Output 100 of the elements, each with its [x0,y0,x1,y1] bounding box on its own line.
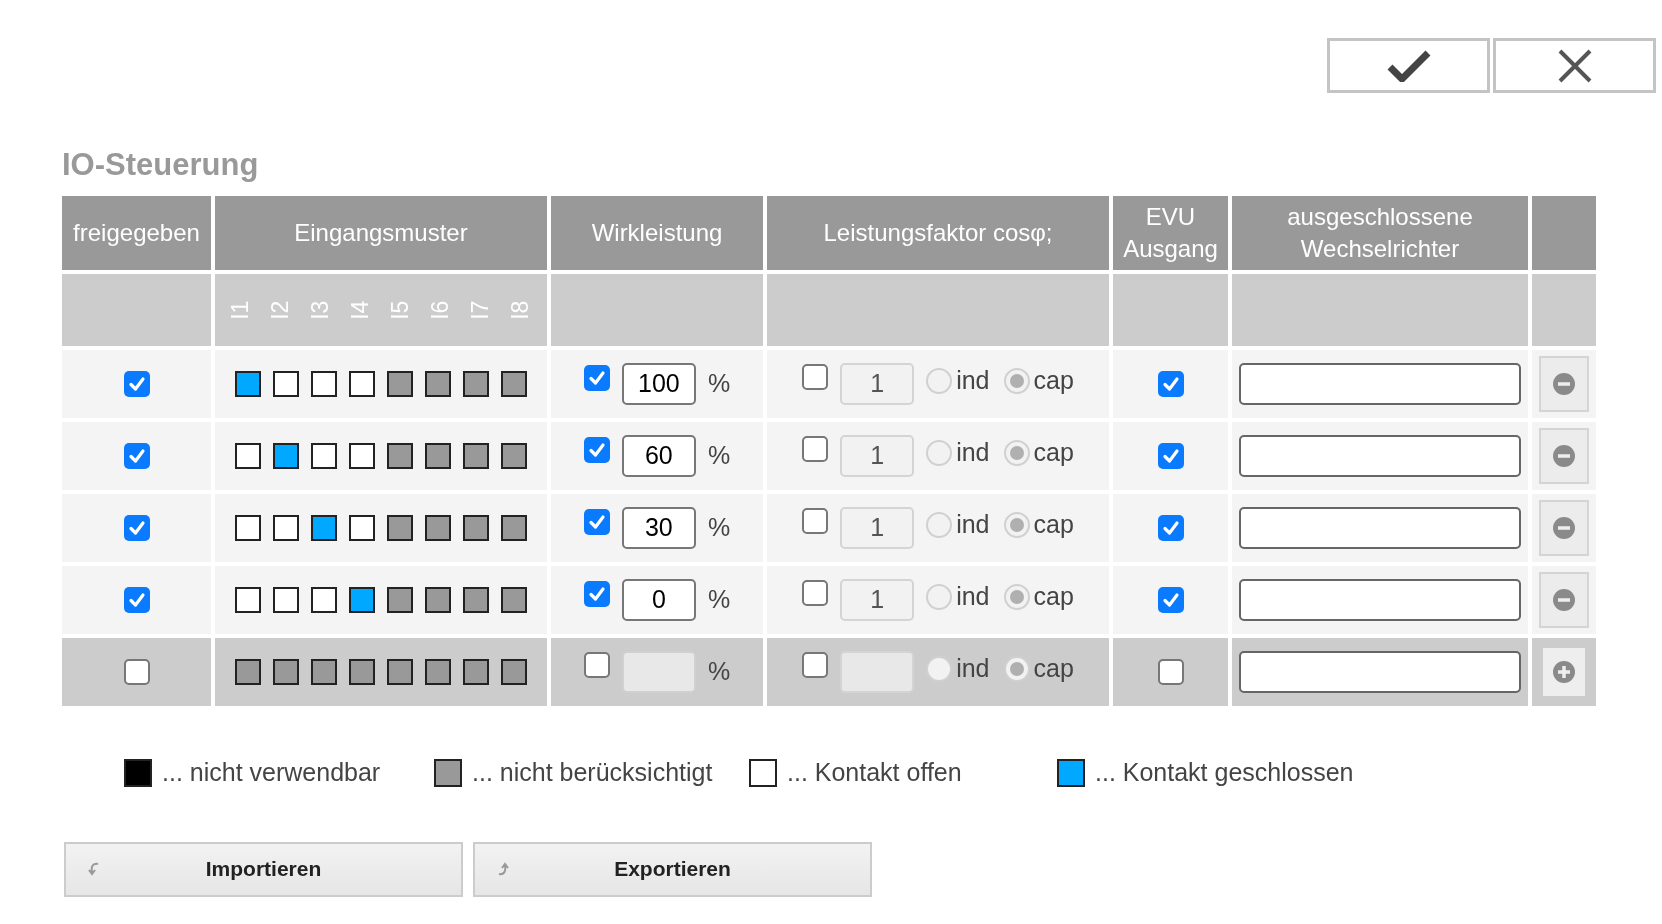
contact-square[interactable] [311,659,337,685]
power-factor-input[interactable]: 1 [840,435,915,477]
checkmark-icon [1386,49,1431,82]
contact-square[interactable] [235,371,261,397]
text-field[interactable] [1239,363,1521,405]
power-input[interactable]: 30 [621,507,696,549]
checkbox[interactable] [123,515,150,541]
checkbox[interactable] [583,509,610,535]
contact-square[interactable] [311,515,337,541]
remove-row-button[interactable] [1539,356,1589,412]
contact-square[interactable] [235,443,261,469]
contact-square[interactable] [387,587,413,613]
radio-button[interactable] [1003,584,1030,610]
contact-square[interactable] [349,659,375,685]
checkbox[interactable] [802,435,829,462]
contact-square[interactable] [425,515,451,541]
close-button[interactable] [1493,38,1656,93]
contact-square[interactable] [349,515,375,541]
radio-button[interactable] [926,368,953,394]
confirm-button[interactable] [1327,38,1490,93]
contact-square[interactable] [235,515,261,541]
power-factor-input[interactable] [840,651,915,693]
contact-square[interactable] [387,443,413,469]
contact-square[interactable] [501,659,527,685]
contact-square[interactable] [463,515,489,541]
contact-square[interactable] [463,659,489,685]
contact-square[interactable] [425,587,451,613]
checkbox[interactable] [802,507,829,534]
contact-square[interactable] [273,587,299,613]
checkbox[interactable] [583,365,610,391]
radio-button[interactable] [1003,512,1030,538]
power-input[interactable]: 60 [621,435,696,477]
checkbox[interactable] [1157,659,1184,685]
radio-button[interactable] [926,440,953,466]
power-factor-input[interactable]: 1 [840,579,915,621]
contact-square[interactable] [463,587,489,613]
import-button[interactable]: Importieren [64,841,463,897]
contact-square[interactable] [425,443,451,469]
contact-square[interactable] [273,659,299,685]
checkbox[interactable] [123,659,150,685]
remove-row-button[interactable] [1539,428,1589,484]
power-input[interactable]: 100 [621,363,696,405]
contact-square[interactable] [387,659,413,685]
radio-button[interactable] [1003,368,1030,394]
contact-square[interactable] [463,443,489,469]
power-input[interactable]: 0 [621,579,696,621]
power-factor-input[interactable]: 1 [840,363,915,405]
contact-square[interactable] [387,515,413,541]
checkbox[interactable] [802,579,829,606]
export-button[interactable]: Exportieren [473,841,872,897]
text-field[interactable] [1239,435,1521,477]
contact-square[interactable] [311,443,337,469]
contact-square[interactable] [273,515,299,541]
remove-row-button[interactable] [1539,500,1589,556]
checkbox[interactable] [583,581,610,607]
contact-square[interactable] [425,659,451,685]
checkbox[interactable] [1157,587,1184,613]
contact-square[interactable] [235,587,261,613]
contact-square[interactable] [463,371,489,397]
checkbox[interactable] [1157,371,1184,397]
radio-button[interactable] [926,584,953,610]
check-icon [126,446,147,466]
contact-square[interactable] [501,587,527,613]
contact-square[interactable] [311,587,337,613]
contact-square[interactable] [425,371,451,397]
minus-circle-icon [1552,444,1576,468]
radio-button[interactable] [1003,440,1030,466]
text-field[interactable] [1239,507,1521,549]
checkbox[interactable] [802,363,829,390]
contact-square[interactable] [235,659,261,685]
unit-label: % [707,656,731,688]
checkbox[interactable] [123,371,150,397]
contact-square[interactable] [501,371,527,397]
contact-square[interactable] [273,443,299,469]
text-field[interactable] [1239,579,1521,621]
unit-label: % [707,512,731,544]
power-factor-input[interactable]: 1 [840,507,915,549]
checkbox[interactable] [123,443,150,469]
contact-square[interactable] [349,587,375,613]
section-title: IO-Steuerung [62,149,260,180]
checkbox[interactable] [1157,443,1184,469]
checkbox[interactable] [123,587,150,613]
contact-square[interactable] [311,371,337,397]
contact-square[interactable] [501,515,527,541]
radio-button[interactable] [926,656,953,682]
remove-row-button[interactable] [1539,572,1589,628]
text-field[interactable] [1239,651,1521,693]
checkbox[interactable] [583,437,610,463]
contact-square[interactable] [349,443,375,469]
contact-square[interactable] [387,371,413,397]
table-cell [1532,274,1596,346]
contact-square[interactable] [273,371,299,397]
contact-square[interactable] [501,443,527,469]
checkbox[interactable] [1157,515,1184,541]
check-icon [126,374,147,394]
legend-label: ... Kontakt offen [787,757,962,788]
checkbox[interactable] [802,651,829,678]
radio-button[interactable] [926,512,953,538]
contact-square[interactable] [349,371,375,397]
radio-button[interactable] [1003,656,1030,682]
